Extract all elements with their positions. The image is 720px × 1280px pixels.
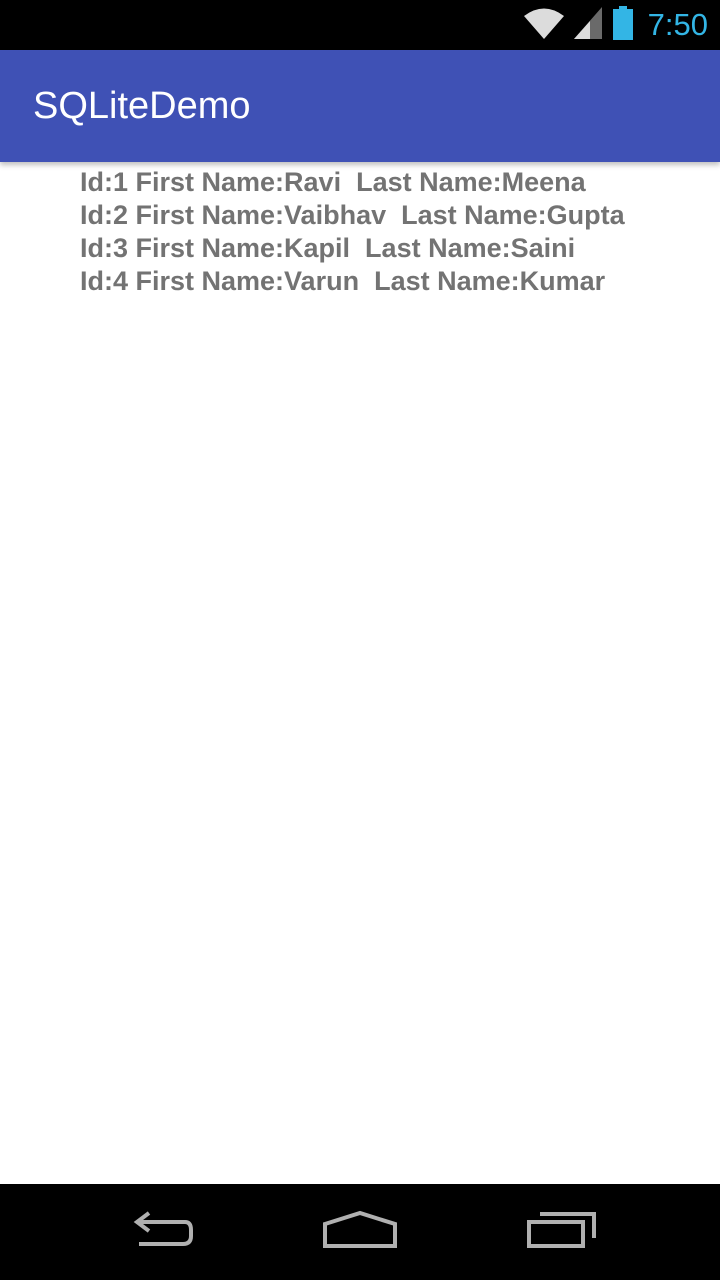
wifi-icon [523, 7, 564, 44]
home-button[interactable] [280, 1184, 440, 1280]
recents-button[interactable] [482, 1184, 642, 1280]
content-area: Id:1 First Name:Ravi Last Name:Meena Id:… [0, 162, 720, 1184]
back-icon [125, 1210, 195, 1255]
home-icon [322, 1210, 398, 1255]
status-icons: 7:50 [523, 0, 708, 50]
screen: 7:50 SQLiteDemo Id:1 First Name:Ravi Las… [0, 0, 720, 1280]
record-line: Id:1 First Name:Ravi Last Name:Meena [80, 167, 586, 197]
app-title: SQLiteDemo [33, 85, 251, 127]
recents-icon [526, 1210, 598, 1255]
status-time: 7:50 [647, 7, 708, 42]
app-bar: SQLiteDemo [0, 50, 720, 162]
record-line: Id:3 First Name:Kapil Last Name:Saini [80, 233, 576, 263]
record-list: Id:1 First Name:Ravi Last Name:Meena Id:… [80, 166, 700, 298]
cellular-signal-icon [573, 6, 602, 44]
record-line: Id:4 First Name:Varun Last Name:Kumar [80, 266, 606, 296]
navigation-bar [0, 1184, 720, 1280]
record-line: Id:2 First Name:Vaibhav Last Name:Gupta [80, 200, 625, 230]
status-bar: 7:50 [0, 0, 720, 50]
back-button[interactable] [80, 1184, 240, 1280]
battery-icon [612, 5, 634, 45]
